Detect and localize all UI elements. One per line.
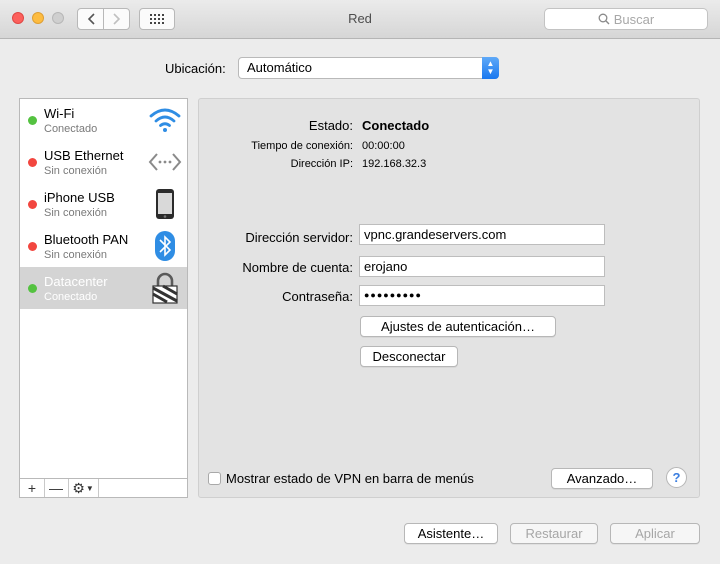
service-item-iphone-usb[interactable]: iPhone USB Sin conexión [20,183,187,225]
status-label: Estado: [308,118,353,133]
server-label: Dirección servidor: [245,230,353,245]
ip-address-value: 192.168.32.3 [362,158,427,170]
auth-settings-button[interactable]: Ajustes de autenticación… [360,316,556,337]
gear-icon: ⚙ [72,479,85,496]
updown-arrows-icon: ▲ ▼ [482,57,499,79]
service-list-toolbar: + — ⚙ ▼ [19,478,188,498]
password-label: Contraseña: [282,289,353,304]
status-dot [28,158,37,167]
revert-button[interactable]: Restaurar [510,523,598,544]
account-name-input[interactable]: erojano [359,256,605,277]
status-dot [28,284,37,293]
status-dot [28,242,37,251]
status-dot [28,116,37,125]
location-label: Ubicación: [165,61,226,76]
search-placeholder: Buscar [613,11,655,27]
search-field[interactable]: Buscar [544,8,708,30]
ip-address-label: Dirección IP: [290,158,353,170]
bluetooth-icon [148,230,182,262]
assistant-button[interactable]: Asistente… [404,523,498,544]
location-value: Automático [247,60,313,75]
password-input[interactable]: ●●●●●●●●● [359,285,605,306]
help-button[interactable]: ? [666,467,687,488]
disconnect-button[interactable]: Desconectar [360,346,458,367]
service-status: Sin conexión [44,207,107,219]
connect-time-value: 00:00:00 [362,140,405,152]
show-vpn-status-label: Mostrar estado de VPN en barra de menús [226,471,474,486]
service-item-datacenter[interactable]: Datacenter Conectado [20,267,187,309]
service-name: USB Ethernet [44,148,124,163]
remove-service-button[interactable]: — [44,479,69,497]
ethernet-icon [148,146,182,178]
vpn-lock-icon [148,272,182,304]
advanced-button[interactable]: Avanzado… [551,468,653,489]
status-dot [28,200,37,209]
wifi-icon [148,104,182,136]
show-vpn-status-checkbox[interactable] [208,472,221,485]
service-status: Sin conexión [44,249,107,261]
account-label: Nombre de cuenta: [242,260,353,275]
service-name: iPhone USB [44,190,115,205]
service-name: Wi-Fi [44,106,75,121]
gear-menu-button[interactable]: ⚙ ▼ [68,479,99,497]
service-item-wifi[interactable]: Wi-Fi Conectado [20,99,187,141]
add-service-button[interactable]: + [20,479,45,497]
service-list[interactable]: Wi-Fi Conectado USB Ethernet Sin conexió… [19,98,188,498]
service-item-usb-ethernet[interactable]: USB Ethernet Sin conexión [20,141,187,183]
service-status: Conectado [44,123,98,135]
status-value: Conectado [362,118,430,133]
apply-button[interactable]: Aplicar [610,523,700,544]
service-status: Conectado [44,291,98,303]
iphone-icon [148,188,182,220]
service-name: Datacenter [44,274,108,289]
service-item-bluetooth-pan[interactable]: Bluetooth PAN Sin conexión [20,225,187,267]
service-status: Sin conexión [44,165,107,177]
service-name: Bluetooth PAN [44,232,129,247]
search-icon [598,13,610,25]
chevron-down-icon: ▼ [85,483,94,493]
location-select[interactable]: Automático ▲ ▼ [238,57,499,79]
connect-time-label: Tiempo de conexión: [251,140,353,152]
server-address-input[interactable]: vpnc.grandeservers.com [359,224,605,245]
